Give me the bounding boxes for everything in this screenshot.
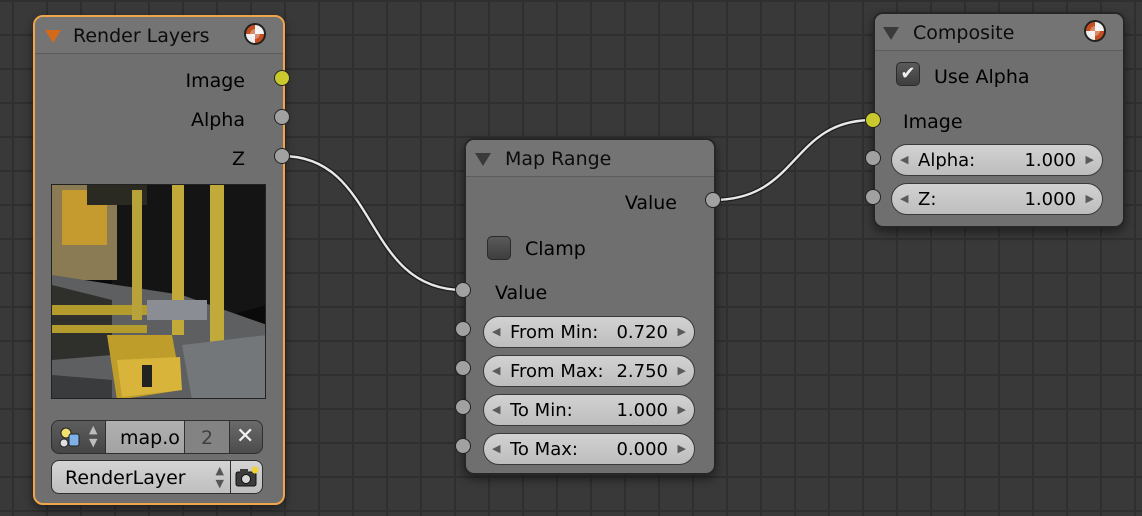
arrow-left-icon[interactable]: ◀	[492, 325, 500, 338]
users-count-text: 2	[201, 427, 214, 449]
socket-image-out[interactable]	[274, 70, 290, 86]
field-value: 1.000	[1024, 150, 1076, 171]
alpha-field[interactable]: ◀ Alpha: 1.000 ▶	[891, 144, 1103, 176]
triangle-down-icon[interactable]	[475, 153, 491, 166]
arrow-right-icon[interactable]: ▶	[1086, 153, 1094, 166]
triangle-down-icon[interactable]	[883, 27, 899, 40]
render-preview-image	[51, 184, 266, 399]
arrow-left-icon[interactable]: ◀	[900, 153, 908, 166]
field-name: From Max:	[510, 361, 604, 382]
socket-to-min-in[interactable]	[455, 399, 471, 415]
input-label-image: Image	[903, 111, 963, 133]
socket-from-max-in[interactable]	[455, 360, 471, 376]
field-value: 0.000	[616, 439, 668, 460]
image-browse-button[interactable]: ▲ ▼	[51, 420, 106, 454]
node-title: Composite	[913, 22, 1015, 44]
image-browse-icon	[58, 425, 84, 449]
node-title: Render Layers	[73, 25, 210, 47]
render-button[interactable]	[230, 460, 263, 494]
from-min-field[interactable]: ◀ From Min: 0.720 ▶	[483, 316, 695, 348]
socket-alpha-in[interactable]	[865, 150, 881, 166]
clamp-label: Clamp	[525, 238, 586, 260]
clamp-checkbox[interactable]	[487, 236, 511, 260]
socket-alpha-out[interactable]	[274, 109, 290, 125]
field-name: To Max:	[510, 439, 578, 460]
field-name: Alpha:	[918, 150, 976, 171]
field-name: To Min:	[510, 400, 573, 421]
arrow-left-icon[interactable]: ◀	[900, 192, 908, 205]
output-label-value: Value	[624, 192, 677, 214]
field-value: 2.750	[616, 361, 668, 382]
field-value: 1.000	[1024, 189, 1076, 210]
x-icon: ✕	[236, 424, 255, 449]
arrow-left-icon[interactable]: ◀	[492, 364, 500, 377]
arrow-right-icon[interactable]: ▶	[678, 403, 686, 416]
material-ball-icon[interactable]	[1084, 20, 1106, 42]
field-value: 0.720	[616, 322, 668, 343]
unlink-image-button[interactable]: ✕	[229, 420, 263, 454]
map-range-node[interactable]: Map Range Value Clamp Value ◀ From Min: …	[464, 138, 716, 475]
camera-render-icon	[234, 465, 260, 493]
field-name: From Min:	[510, 322, 599, 343]
arrow-left-icon[interactable]: ◀	[492, 403, 500, 416]
render-layers-node[interactable]: Render Layers Image Alpha Z ▲ ▼ map.o 2 …	[33, 15, 285, 505]
z-field[interactable]: ◀ Z: 1.000 ▶	[891, 183, 1103, 215]
from-max-field[interactable]: ◀ From Max: 2.750 ▶	[483, 355, 695, 387]
arrow-right-icon[interactable]: ▶	[678, 442, 686, 455]
arrow-right-icon[interactable]: ▶	[678, 364, 686, 377]
socket-image-in[interactable]	[865, 112, 881, 128]
socket-z-out[interactable]	[274, 148, 290, 164]
updown-arrows-icon: ▲ ▼	[89, 423, 98, 449]
image-name-text: map.o	[120, 427, 180, 449]
arrow-left-icon[interactable]: ◀	[492, 442, 500, 455]
to-max-field[interactable]: ◀ To Max: 0.000 ▶	[483, 433, 695, 465]
socket-value-in[interactable]	[455, 282, 471, 298]
output-label-image: Image	[185, 70, 245, 92]
socket-value-out[interactable]	[705, 192, 721, 208]
field-name: Z:	[918, 189, 937, 210]
material-ball-icon[interactable]	[244, 23, 266, 45]
image-name-field[interactable]: map.o	[105, 420, 185, 454]
to-min-field[interactable]: ◀ To Min: 1.000 ▶	[483, 394, 695, 426]
triangle-down-icon[interactable]	[45, 30, 61, 43]
updown-arrows-icon: ▲ ▼	[215, 464, 224, 490]
use-alpha-checkbox[interactable]: ✔	[896, 62, 920, 86]
composite-node[interactable]: Composite ✔ Use Alpha Image ◀ Alpha: 1.0…	[873, 12, 1125, 228]
input-label-value: Value	[495, 282, 548, 304]
render-layer-select[interactable]: RenderLayer ▲ ▼	[51, 460, 231, 494]
socket-from-min-in[interactable]	[455, 321, 471, 337]
use-alpha-label: Use Alpha	[934, 66, 1030, 88]
arrow-right-icon[interactable]: ▶	[1086, 192, 1094, 205]
node-title: Map Range	[505, 148, 612, 170]
socket-z-in[interactable]	[865, 189, 881, 205]
arrow-right-icon[interactable]: ▶	[678, 325, 686, 338]
node-header[interactable]: Render Layers	[35, 17, 283, 54]
image-users-count[interactable]: 2	[184, 420, 230, 454]
socket-to-max-in[interactable]	[455, 438, 471, 454]
node-header[interactable]: Composite	[875, 14, 1123, 51]
link-value-to-image	[712, 117, 874, 203]
output-label-z: Z	[231, 148, 245, 170]
link-z-to-value	[281, 153, 464, 293]
node-header[interactable]: Map Range	[466, 140, 714, 177]
render-layer-select-value: RenderLayer	[65, 467, 186, 489]
output-label-alpha: Alpha	[190, 109, 245, 131]
field-value: 1.000	[616, 400, 668, 421]
